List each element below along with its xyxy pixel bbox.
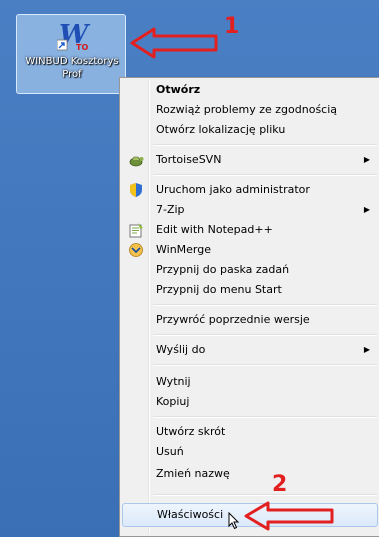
menu-item-label: Właściwości — [157, 508, 224, 521]
menu-separator — [153, 334, 377, 336]
annotation-number-1: 1 — [224, 14, 240, 39]
menu-item-create-shortcut[interactable]: Utwórz skrót — [122, 422, 378, 442]
menu-item-run-as-administrator[interactable]: Uruchom jako administrator — [122, 180, 378, 200]
menu-item-copy[interactable]: Kopiuj — [122, 392, 378, 412]
menu-separator — [153, 494, 377, 496]
menu-separator — [153, 416, 377, 418]
shield-icon — [130, 183, 142, 197]
submenu-arrow-icon: ▶ — [363, 205, 370, 214]
menu-item-label: Przywróć poprzednie wersje — [156, 313, 310, 326]
winmerge-icon — [129, 243, 143, 257]
menu-item-cut[interactable]: Wytnij — [122, 372, 378, 392]
menu-item-label: Przypnij do menu Start — [156, 283, 282, 296]
menu-item-rename[interactable]: Zmień nazwę — [122, 464, 378, 484]
menu-item-label: 7-Zip — [156, 203, 185, 216]
tortoise-svn-icon — [129, 156, 144, 167]
notepad-plus-plus-icon — [129, 223, 143, 238]
menu-item-label: Rozwiąż problemy ze zgodnością — [156, 103, 338, 116]
menu-item-restore-previous-versions[interactable]: Przywróć poprzednie wersje — [122, 310, 378, 330]
menu-item-tortoisesvn[interactable]: TortoiseSVN ▶ — [122, 150, 378, 170]
menu-item-open[interactable]: Otwórz — [122, 80, 378, 100]
menu-separator — [153, 144, 377, 146]
submenu-arrow-icon: ▶ — [363, 155, 370, 164]
menu-item-winmerge[interactable]: WinMerge — [122, 240, 378, 260]
menu-item-send-to[interactable]: Wyślij do ▶ — [122, 340, 378, 360]
menu-item-label: Otwórz — [156, 83, 201, 96]
annotation-number-2: 2 — [272, 472, 288, 497]
menu-item-label: Utwórz skrót — [156, 425, 226, 438]
menu-item-7-zip[interactable]: 7-Zip ▶ — [122, 200, 378, 220]
menu-item-open-file-location[interactable]: Otwórz lokalizację pliku — [122, 120, 378, 140]
desktop: W TO WINBUD Kosztorys Prof 1 Otwórz Rozw… — [0, 0, 379, 537]
winbud-desktop-shortcut[interactable]: W TO WINBUD Kosztorys Prof — [16, 14, 126, 94]
menu-item-edit-with-notepad[interactable]: Edit with Notepad++ — [122, 220, 378, 240]
menu-item-label: Edit with Notepad++ — [156, 223, 273, 236]
menu-item-label: Otwórz lokalizację pliku — [156, 123, 286, 136]
menu-separator — [153, 304, 377, 306]
menu-separator — [153, 174, 377, 176]
desktop-icon-caption: WINBUD Kosztorys Prof — [25, 56, 119, 80]
menu-item-label: Wyślij do — [156, 343, 206, 356]
winbud-app-icon: W TO — [57, 20, 91, 52]
menu-item-label: TortoiseSVN — [156, 153, 222, 166]
red-arrow-2 — [244, 501, 334, 531]
menu-item-label: Wytnij — [156, 375, 191, 388]
menu-item-pin-to-start-menu[interactable]: Przypnij do menu Start — [122, 280, 378, 300]
menu-item-label: Kopiuj — [156, 395, 190, 408]
menu-item-delete[interactable]: Usuń — [122, 442, 378, 462]
menu-item-label: WinMerge — [156, 243, 211, 256]
red-arrow-1 — [130, 27, 218, 59]
winbud-logo-sub: TO — [76, 43, 88, 52]
menu-item-troubleshoot-compatibility[interactable]: Rozwiąż problemy ze zgodnością — [122, 100, 378, 120]
menu-item-label: Uruchom jako administrator — [156, 183, 310, 196]
context-menu: Otwórz Rozwiąż problemy ze zgodnością Ot… — [119, 77, 379, 537]
menu-item-label: Zmień nazwę — [156, 467, 230, 480]
menu-item-pin-to-taskbar[interactable]: Przypnij do paska zadań — [122, 260, 378, 280]
menu-separator — [153, 364, 377, 366]
submenu-arrow-icon: ▶ — [363, 345, 370, 354]
mouse-cursor-icon — [228, 512, 240, 530]
menu-item-label: Usuń — [156, 445, 184, 458]
menu-item-label: Przypnij do paska zadań — [156, 263, 290, 276]
